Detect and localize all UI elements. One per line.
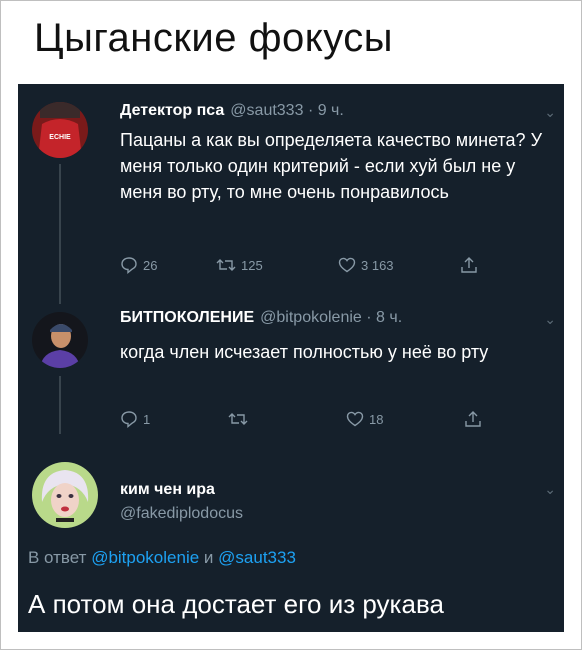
reply-count: 26 xyxy=(143,257,158,273)
meme-title: Цыганские фокусы xyxy=(34,16,393,60)
reply-to-user-1[interactable]: @bitpokolenie xyxy=(91,548,199,567)
tweet-actions: 1 18 xyxy=(120,410,500,432)
share-icon xyxy=(464,410,482,428)
reply-count: 1 xyxy=(143,411,151,427)
retweet-count: 125 xyxy=(241,257,263,273)
avatar[interactable] xyxy=(32,312,88,368)
thread-line xyxy=(59,376,61,434)
tweet-thread-panel: ECHIE Детектор пса @saut333 · 9 ч. ⌄ Паца… xyxy=(18,84,564,632)
reply-to-line: В ответ @bitpokolenie и @saut333 xyxy=(28,548,296,568)
handle[interactable]: @bitpokolenie xyxy=(260,309,362,326)
share-button[interactable] xyxy=(460,256,478,274)
like-count: 3 163 xyxy=(361,257,394,273)
reply-icon xyxy=(120,256,138,274)
chevron-down-icon[interactable]: ⌄ xyxy=(544,481,556,498)
share-button[interactable] xyxy=(464,410,482,428)
tweet-meta: Детектор пса @saut333 · 9 ч. xyxy=(120,102,344,120)
tweet-meta: БИТПОКОЛЕНИЕ @bitpokolenie · 8 ч. xyxy=(120,309,402,327)
retweet-icon xyxy=(216,256,236,274)
retweet-button[interactable]: 125 xyxy=(216,256,263,274)
retweet-icon xyxy=(228,410,248,428)
handle[interactable]: @saut333 xyxy=(230,102,303,119)
reply-button[interactable]: 1 xyxy=(120,410,150,428)
avatar[interactable] xyxy=(32,462,98,528)
timestamp[interactable]: · 9 ч. xyxy=(308,102,344,119)
chevron-down-icon[interactable]: ⌄ xyxy=(544,104,556,121)
like-icon xyxy=(338,256,356,274)
reply-button[interactable]: 26 xyxy=(120,256,157,274)
reply-to-prefix: В ответ xyxy=(28,548,87,567)
timestamp[interactable]: · 8 ч. xyxy=(366,309,402,326)
tweet-meta: ким чен ира xyxy=(120,481,221,499)
retweet-button[interactable] xyxy=(228,410,253,428)
tweet-text: Пацаны а как вы определяета качество мин… xyxy=(120,130,543,202)
share-icon xyxy=(460,256,478,274)
main-tweet-text: А потом она достает его из рукава xyxy=(28,589,444,619)
like-button[interactable]: 18 xyxy=(346,410,383,428)
tweet-actions: 26 125 3 163 xyxy=(120,256,500,278)
handle[interactable]: @fakediplodocus xyxy=(120,505,243,523)
reply-to-conj: и xyxy=(203,548,214,567)
chevron-down-icon[interactable]: ⌄ xyxy=(544,311,556,328)
reply-to-user-2[interactable]: @saut333 xyxy=(218,548,296,567)
thread-line xyxy=(59,164,61,304)
display-name[interactable]: ким чен ира xyxy=(120,481,215,498)
avatar[interactable]: ECHIE xyxy=(32,102,88,158)
display-name[interactable]: БИТПОКОЛЕНИЕ xyxy=(120,309,254,326)
reply-icon xyxy=(120,410,138,428)
like-count: 18 xyxy=(369,411,384,427)
like-button[interactable]: 3 163 xyxy=(338,256,394,274)
like-icon xyxy=(346,410,364,428)
tweet-text: когда член исчезает полностью у неё во р… xyxy=(120,342,489,362)
display-name[interactable]: Детектор пса xyxy=(120,102,224,119)
svg-text:ECHIE: ECHIE xyxy=(49,134,71,141)
